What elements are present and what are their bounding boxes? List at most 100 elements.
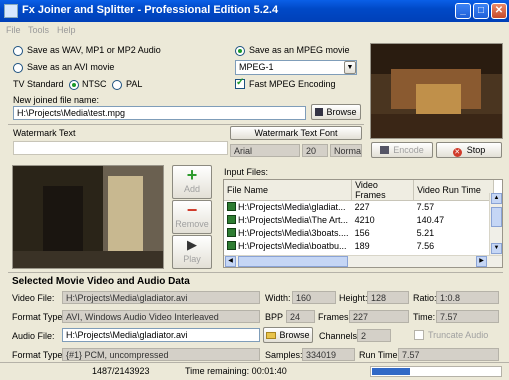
column-video-frames[interactable]: Video Frames bbox=[351, 180, 415, 201]
samples-label: Samples: bbox=[265, 350, 303, 360]
table-row[interactable]: H:\Projects\Media\3boats.... 156 5.21 bbox=[224, 227, 494, 240]
film-icon bbox=[380, 146, 390, 154]
watermark-font-name: Arial bbox=[230, 144, 300, 157]
details-title: Selected Movie Video and Audio Data bbox=[12, 276, 190, 287]
channels-label: Channels: bbox=[319, 331, 360, 341]
scroll-left-icon[interactable]: ◀ bbox=[225, 256, 236, 267]
folder-icon bbox=[266, 332, 277, 339]
progress-bar bbox=[370, 366, 502, 377]
scroll-thumb-h[interactable] bbox=[238, 256, 348, 267]
app-icon bbox=[4, 4, 18, 18]
row-frames: 189 bbox=[354, 241, 370, 251]
truncate-audio-checkbox[interactable] bbox=[414, 330, 424, 340]
mpeg-format-select[interactable]: MPEG-1 bbox=[235, 60, 357, 75]
ntsc-label: NTSC bbox=[82, 79, 107, 89]
table-row[interactable]: H:\Projects\Media\gladiat... 227 7.57 bbox=[224, 201, 494, 214]
row-file-name: H:\Projects\Media\boatbu... bbox=[238, 241, 347, 251]
close-button[interactable]: ✕ bbox=[491, 3, 507, 19]
progress-fill bbox=[372, 368, 410, 375]
column-video-runtime[interactable]: Video Run Time bbox=[413, 180, 495, 201]
maximize-button[interactable]: □ bbox=[473, 3, 489, 19]
encode-button[interactable]: Encode bbox=[371, 142, 433, 158]
joined-file-input[interactable]: H:\Projects\Media\test.mpg bbox=[13, 106, 306, 120]
encode-preview bbox=[370, 43, 503, 139]
film-file-icon bbox=[227, 202, 236, 212]
fast-mpeg-checkbox[interactable] bbox=[235, 77, 245, 89]
avi-radio[interactable] bbox=[13, 63, 23, 73]
watermark-font-button[interactable]: Watermark Text Font bbox=[230, 126, 362, 140]
watermark-text-input[interactable] bbox=[13, 141, 228, 155]
remove-label: Remove bbox=[175, 219, 209, 229]
menu-file[interactable]: File bbox=[6, 25, 21, 35]
table-row[interactable]: H:\Projects\Media\The Art... 4210 140.47 bbox=[224, 214, 494, 227]
joined-browse-button[interactable]: Browse bbox=[311, 104, 361, 120]
row-runtime: 140.47 bbox=[416, 215, 445, 225]
movie-preview-image bbox=[13, 166, 163, 268]
progress-count: 1487/2143923 bbox=[92, 366, 150, 376]
add-button[interactable]: + Add bbox=[172, 165, 212, 199]
time-remaining: Time remaining: 00:01:40 bbox=[185, 366, 287, 376]
status-bar: 1487/2143923 Time remaining: 00:01:40 bbox=[0, 362, 509, 380]
row-frames: 227 bbox=[354, 202, 370, 213]
stop-icon: ✕ bbox=[452, 148, 462, 157]
play-label: Play bbox=[183, 254, 201, 264]
height-label: Height: bbox=[339, 293, 368, 303]
play-button[interactable]: ▶ Play bbox=[172, 235, 212, 269]
width-value: 160 bbox=[292, 291, 336, 304]
frames-label: Frames: bbox=[318, 312, 352, 322]
mpeg-label: Save as an MPEG movie bbox=[249, 45, 350, 55]
ratio-label: Ratio: bbox=[413, 293, 437, 303]
time-value: 7.57 bbox=[436, 310, 499, 323]
divider bbox=[8, 272, 503, 273]
input-files-list[interactable]: File Name Video Frames Video Run Time H:… bbox=[223, 179, 503, 268]
watermark-font-size: 20 bbox=[302, 144, 328, 157]
table-row[interactable]: H:\Projects\Media\boatbu... 189 7.56 bbox=[224, 240, 494, 253]
row-runtime: 5.21 bbox=[416, 228, 435, 238]
channels-value: 2 bbox=[357, 329, 391, 342]
ntsc-radio[interactable] bbox=[69, 80, 79, 90]
add-icon: + bbox=[186, 165, 198, 185]
mpeg-radio[interactable] bbox=[235, 46, 245, 56]
fast-mpeg-label: Fast MPEG Encoding bbox=[249, 79, 336, 89]
window-title: Fx Joiner and Splitter - Professional Ed… bbox=[22, 4, 279, 16]
audio-format-label: Format Type: bbox=[12, 350, 65, 360]
audio-browse-button[interactable]: Browse bbox=[263, 327, 313, 343]
avi-label: Save as an AVI movie bbox=[27, 62, 115, 72]
menu-help[interactable]: Help bbox=[57, 25, 76, 35]
runtime-label: Run Time: bbox=[359, 350, 401, 360]
ratio-value: 1:0.8 bbox=[436, 291, 499, 304]
movie-preview bbox=[12, 165, 164, 269]
scroll-up-icon[interactable]: ▲ bbox=[491, 193, 502, 204]
projector-icon: ▶ bbox=[187, 237, 197, 252]
video-file-label: Video File: bbox=[12, 293, 55, 303]
row-file-name: H:\Projects\Media\The Art... bbox=[238, 215, 349, 225]
height-value: 128 bbox=[367, 291, 409, 304]
scroll-thumb[interactable] bbox=[491, 207, 502, 227]
pal-radio[interactable] bbox=[112, 80, 122, 90]
film-file-icon bbox=[227, 228, 236, 237]
pal-label: PAL bbox=[126, 79, 143, 89]
bpp-label: BPP bbox=[265, 312, 284, 322]
row-frames: 4210 bbox=[354, 215, 375, 225]
joined-browse-label: Browse bbox=[326, 107, 357, 117]
film-file-icon bbox=[227, 241, 236, 250]
row-runtime: 7.57 bbox=[416, 202, 435, 213]
remove-button[interactable]: − Remove bbox=[172, 200, 212, 234]
audio-file-input[interactable]: H:\Projects\Media\gladiator.avi bbox=[62, 328, 260, 342]
chevron-down-icon[interactable]: ▼ bbox=[344, 61, 356, 74]
wav-radio[interactable] bbox=[13, 46, 23, 56]
menu-bar: File Tools Help bbox=[0, 22, 509, 38]
minimize-button[interactable]: _ bbox=[455, 3, 471, 19]
column-file-name[interactable]: File Name bbox=[224, 180, 353, 201]
row-file-name: H:\Projects\Media\gladiat... bbox=[238, 202, 346, 213]
menu-tools[interactable]: Tools bbox=[28, 25, 49, 35]
watermark-font-style: Normal bbox=[330, 144, 362, 157]
encode-preview-image bbox=[371, 44, 502, 138]
vertical-scrollbar[interactable]: ▲ ▼ bbox=[489, 193, 502, 255]
encode-label: Encode bbox=[393, 145, 424, 155]
horizontal-scrollbar[interactable]: ◀ ▶ bbox=[224, 255, 502, 267]
scroll-down-icon[interactable]: ▼ bbox=[491, 243, 502, 254]
scroll-right-icon[interactable]: ▶ bbox=[476, 256, 487, 267]
stop-button[interactable]: ✕ Stop bbox=[436, 142, 502, 158]
truncate-audio-label: Truncate Audio bbox=[428, 330, 489, 340]
